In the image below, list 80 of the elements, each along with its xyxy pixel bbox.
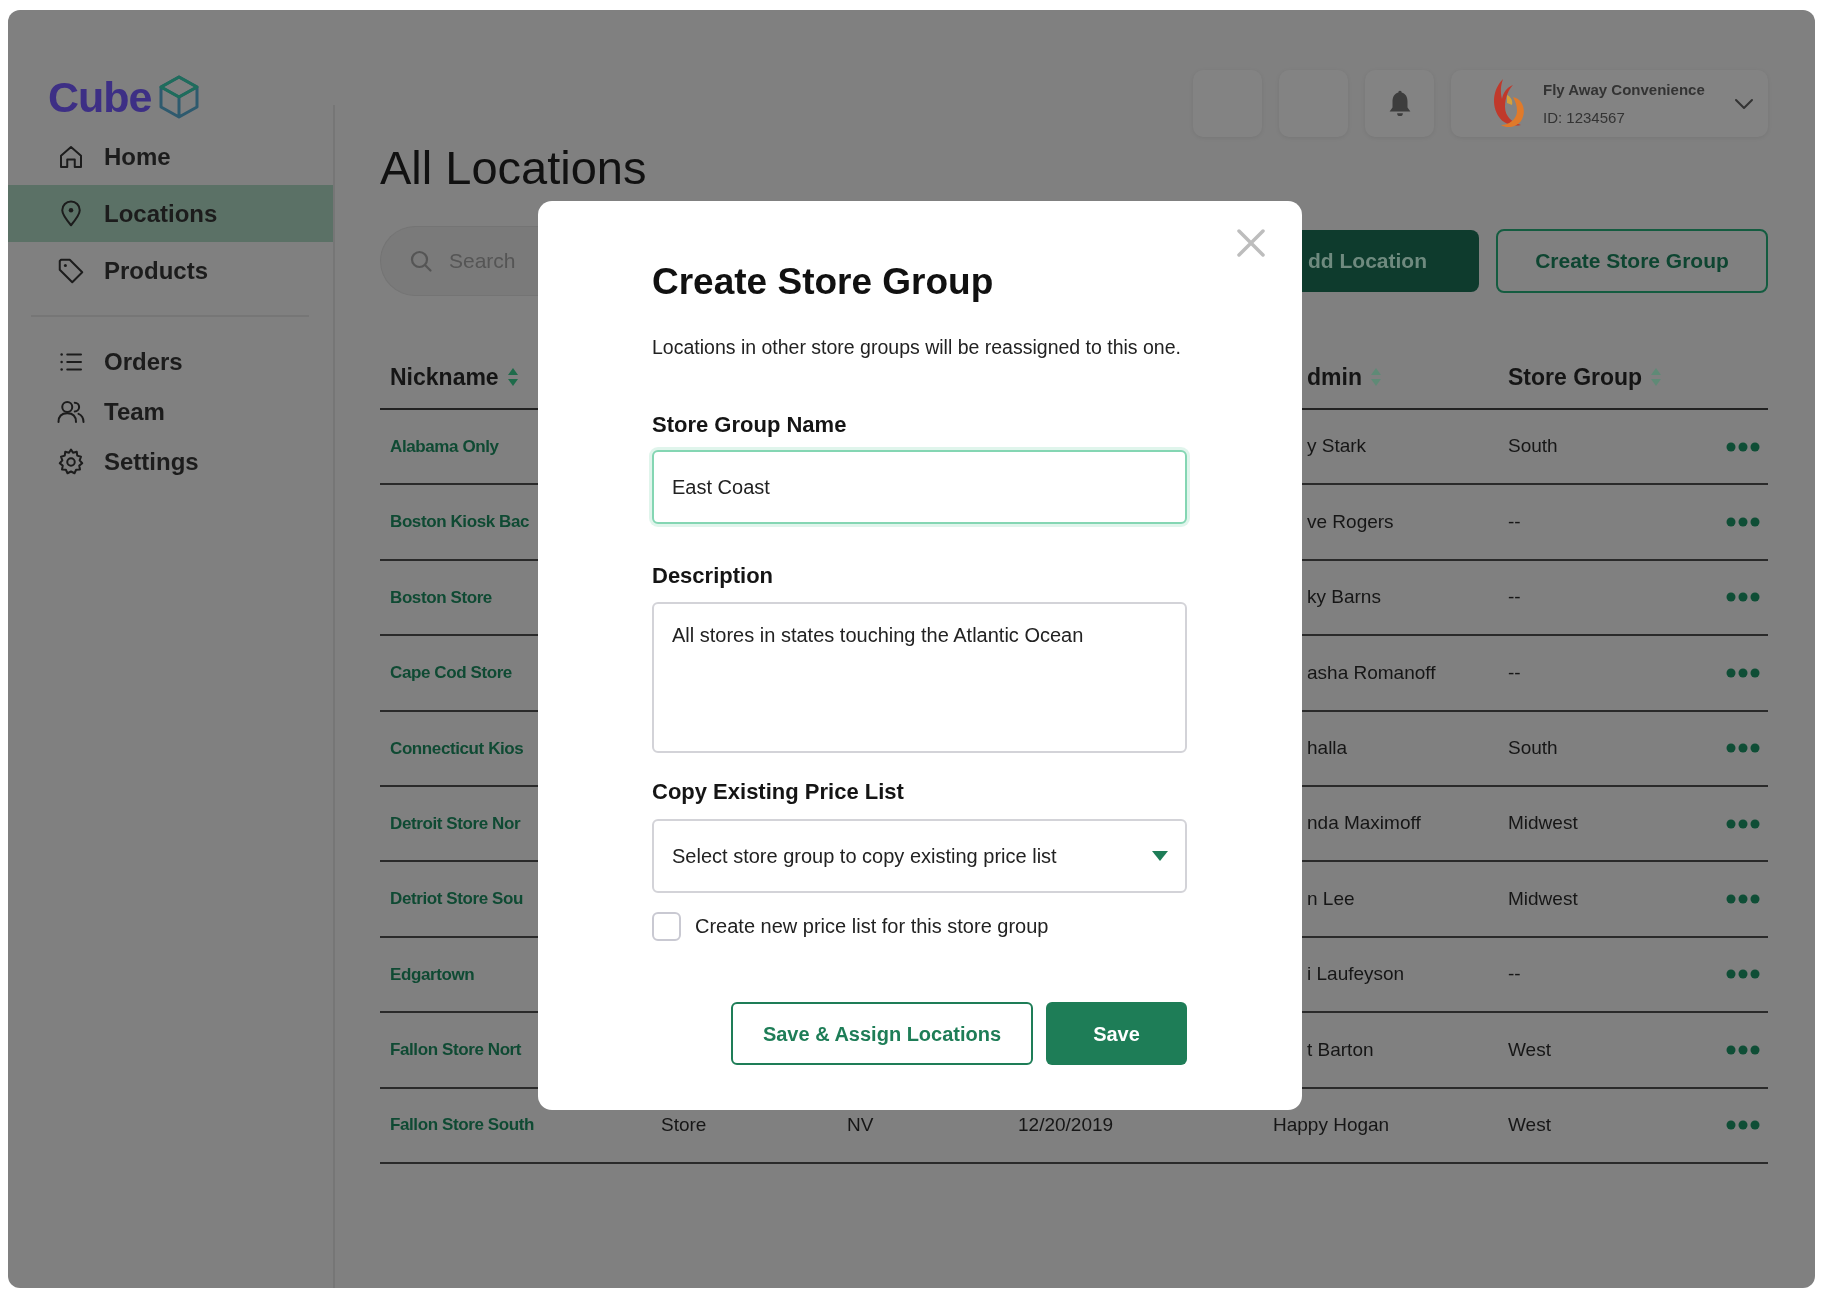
location-link[interactable]: Boston Store <box>390 584 492 611</box>
dots-icon <box>1726 1120 1760 1131</box>
nav-item[interactable]: Orders <box>8 337 333 387</box>
table-cell-text: asha Romanoff <box>1307 660 1436 685</box>
location-link[interactable]: Edgartown <box>390 961 475 988</box>
dialog-description: Locations in other store groups will be reassigned to this one. <box>652 335 1182 359</box>
select-placeholder: Select store group to copy existing price list <box>672 844 1057 869</box>
dots-icon <box>1726 441 1760 452</box>
add-location-button[interactable]: dd Location <box>1302 230 1479 292</box>
price-list-select[interactable]: Select store group to copy existing price list <box>652 819 1187 893</box>
nav-item[interactable]: Products <box>8 242 333 299</box>
dots-icon <box>1726 894 1760 905</box>
table-cell-text: West <box>1508 1112 1551 1137</box>
nav-item[interactable]: Settings <box>8 437 333 487</box>
logo-text: Cube <box>48 75 152 119</box>
checkbox[interactable] <box>652 911 681 941</box>
nav-item[interactable]: Home <box>8 128 333 185</box>
chevron-down-icon <box>1734 97 1754 110</box>
location-link[interactable]: Fallon Store Nort <box>390 1037 522 1063</box>
dots-icon <box>1726 1044 1760 1055</box>
dots-icon <box>1726 667 1760 678</box>
table-cell-text: South <box>1508 736 1558 760</box>
column-header[interactable]: dmin <box>1307 359 1362 395</box>
checkbox-label: Create new price list for this store group <box>695 914 1049 939</box>
table-cell-text: ky Barns <box>1307 585 1381 610</box>
page-title: All Locations <box>380 140 648 196</box>
table-cell-text: NV <box>847 1112 874 1137</box>
table-cell-text: -- <box>1508 509 1521 534</box>
gear-icon <box>56 447 86 477</box>
table-cell-text: 12/20/2019 <box>1018 1112 1114 1137</box>
field-label: Copy Existing Price List <box>652 778 905 806</box>
table-cell-text: Midwest <box>1508 811 1578 836</box>
table-cell-text: i Laufeyson <box>1307 962 1405 987</box>
table-cell-text: y Stark <box>1307 434 1367 459</box>
table-cell-text: ve Rogers <box>1307 509 1394 534</box>
dots-icon <box>1726 969 1760 980</box>
table-cell-text: -- <box>1508 585 1521 610</box>
table-cell-text: -- <box>1508 660 1521 685</box>
location-link[interactable]: Cape Cod Store <box>390 660 512 686</box>
name-field[interactable]: East Coast <box>652 450 1187 524</box>
column-header[interactable]: Nickname <box>390 359 499 395</box>
close-icon <box>1236 228 1266 258</box>
save-button[interactable]: Save <box>1046 1002 1187 1065</box>
dots-icon <box>1726 517 1760 528</box>
account-name: Fly Away Convenience <box>1543 80 1706 100</box>
location-link[interactable]: Detroit Store Nor <box>390 810 521 837</box>
column-header[interactable]: Store Group <box>1508 359 1643 395</box>
close-button[interactable] <box>1236 228 1266 258</box>
account-menu[interactable]: Fly Away Convenience ID: 1234567 <box>1451 70 1768 137</box>
search-icon <box>409 249 433 273</box>
caret-down-icon <box>1151 850 1169 862</box>
table-cell-text: nda Maximoff <box>1307 811 1421 836</box>
table-cell-text: Store <box>661 1112 707 1137</box>
table-cell-text: halla <box>1307 736 1348 760</box>
account-id: ID: 1234567 <box>1543 107 1626 127</box>
location-link[interactable]: Fallon Store South <box>390 1112 534 1138</box>
table-cell-text: Midwest <box>1508 886 1578 911</box>
field-label: Description <box>652 562 775 590</box>
dots-icon <box>1726 743 1760 754</box>
dots-icon <box>1726 818 1760 829</box>
dots-icon <box>1726 592 1760 603</box>
location-link[interactable]: Boston Kiosk Bac <box>390 509 530 535</box>
create-group-button[interactable]: Create Store Group <box>1496 229 1768 293</box>
location-link[interactable]: Alabama Only <box>390 433 499 460</box>
table-cell-text: Happy Hogan <box>1273 1112 1390 1137</box>
table-cell-text: -- <box>1508 962 1521 987</box>
dialog-title: Create Store Group <box>652 260 995 304</box>
table-cell-text: n Lee <box>1307 886 1355 911</box>
cube-logo-icon <box>157 74 200 120</box>
save-assign-button[interactable]: Save & Assign Locations <box>731 1002 1033 1065</box>
nav-item[interactable]: Team <box>8 387 333 437</box>
field-label: Store Group Name <box>652 411 848 439</box>
location-link[interactable]: Detriot Store Sou <box>390 886 523 912</box>
table-cell-text: t Barton <box>1307 1037 1374 1062</box>
description-field[interactable]: All stores in states touching the Atlantic Ocean <box>652 602 1187 753</box>
nav-item[interactable]: Locations <box>8 185 333 242</box>
table-cell-text: South <box>1508 434 1558 459</box>
notification-button[interactable] <box>1365 70 1434 137</box>
table-cell-text: West <box>1508 1037 1551 1062</box>
location-link[interactable]: Connecticut Kios <box>390 735 524 761</box>
